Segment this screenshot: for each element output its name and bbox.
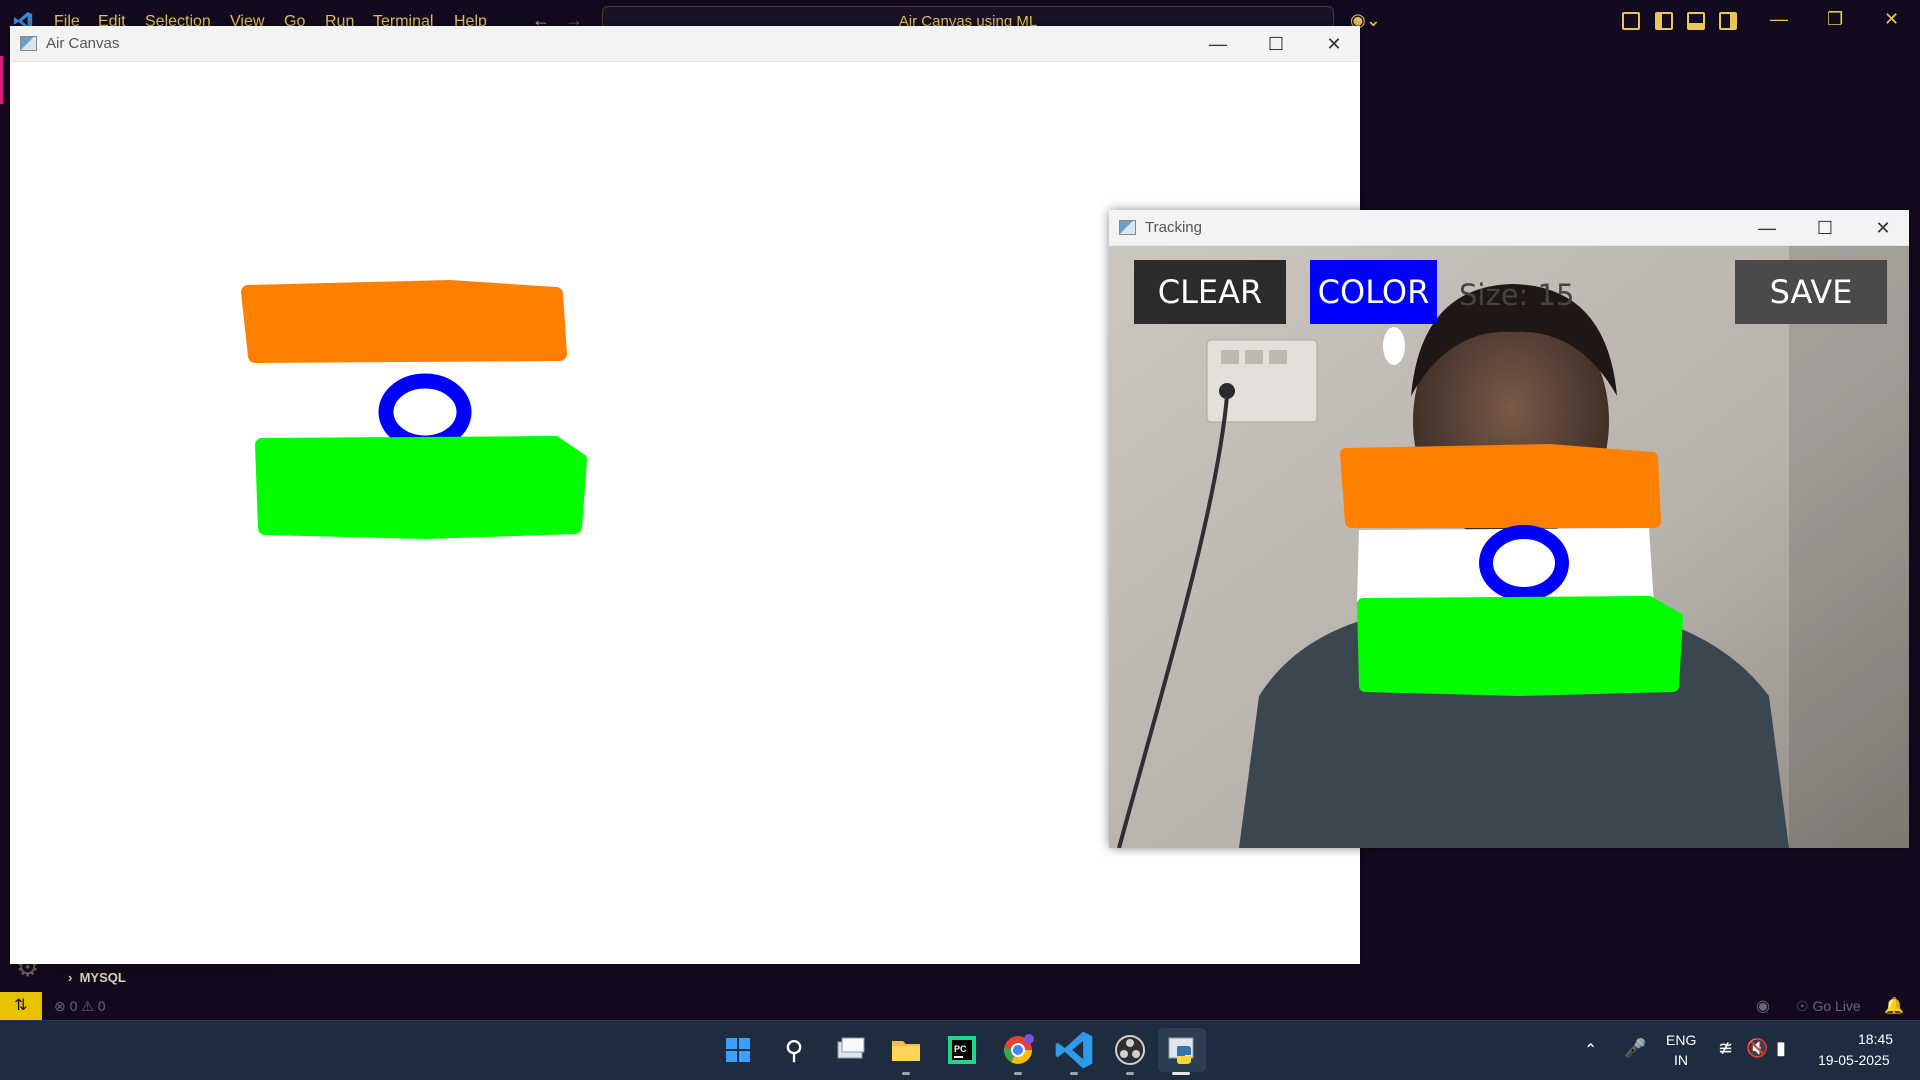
active-indicator bbox=[1172, 1072, 1190, 1075]
running-indicator bbox=[902, 1072, 910, 1075]
remote-indicator-icon[interactable]: ⇅ bbox=[0, 992, 42, 1020]
windows-logo-icon bbox=[726, 1038, 750, 1062]
chrome-icon[interactable] bbox=[996, 1028, 1040, 1072]
maximize-button[interactable]: ☐ bbox=[1256, 31, 1296, 57]
shadow-right bbox=[1789, 246, 1909, 848]
vscode-glyph-icon bbox=[1055, 1031, 1093, 1069]
task-view-icon[interactable] bbox=[828, 1028, 872, 1072]
close-button[interactable]: ✕ bbox=[1314, 31, 1354, 57]
language-bottom[interactable]: IN bbox=[1674, 1052, 1688, 1068]
pycharm-glyph-icon: PC bbox=[948, 1036, 976, 1064]
copilot-status-icon[interactable]: ◉ bbox=[1756, 996, 1770, 1016]
fingertip-marker bbox=[1383, 327, 1405, 365]
webcam-feed bbox=[1109, 246, 1909, 848]
layout-customize-icon[interactable] bbox=[1622, 12, 1640, 30]
chakra-stroke bbox=[378, 373, 472, 451]
tracking-title: Tracking bbox=[1145, 219, 1202, 236]
save-button[interactable]: SAVE bbox=[1735, 260, 1887, 324]
clear-button[interactable]: CLEAR bbox=[1134, 260, 1286, 324]
task-view-glyph-icon bbox=[837, 1037, 865, 1059]
toggle-panel-icon[interactable] bbox=[1687, 12, 1705, 30]
green-stroke bbox=[255, 436, 587, 539]
clock-time[interactable]: 18:45 bbox=[1858, 1031, 1893, 1047]
language-top[interactable]: ENG bbox=[1666, 1032, 1696, 1048]
notifications-bell-icon[interactable]: 🔔 bbox=[1884, 996, 1904, 1016]
close-button[interactable]: ✕ bbox=[1863, 215, 1903, 241]
toggle-secondary-sidebar-icon[interactable] bbox=[1719, 12, 1737, 30]
tracking-titlebar: Tracking — ☐ ✕ bbox=[1109, 210, 1909, 246]
app-window-icon bbox=[20, 36, 37, 51]
tracking-window: Tracking — ☐ ✕ CLEAR COLOR Size: 15 SAVE bbox=[1109, 210, 1909, 848]
webcam-frame: CLEAR COLOR Size: 15 SAVE bbox=[1109, 246, 1909, 848]
obs-glyph-icon bbox=[1115, 1035, 1145, 1065]
vscode-minimize-icon[interactable]: — bbox=[1770, 9, 1788, 30]
chrome-glyph-icon bbox=[1004, 1034, 1034, 1064]
wifi-icon[interactable]: ≇ bbox=[1718, 1038, 1733, 1059]
air-canvas-title: Air Canvas bbox=[46, 35, 120, 52]
app-window-icon bbox=[1119, 220, 1136, 235]
color-button[interactable]: COLOR bbox=[1310, 260, 1437, 324]
switch bbox=[1245, 350, 1263, 364]
sidebar-item-mysql[interactable]: › MYSQL bbox=[68, 970, 126, 985]
running-indicator bbox=[1070, 1072, 1078, 1075]
problems-count[interactable]: ⊗ 0 ⚠ 0 bbox=[54, 998, 106, 1015]
saffron-stroke bbox=[1340, 444, 1661, 528]
toggle-primary-sidebar-icon[interactable] bbox=[1655, 12, 1673, 30]
green-stroke bbox=[1357, 596, 1683, 696]
battery-icon[interactable]: ▮ bbox=[1776, 1038, 1786, 1059]
air-canvas-titlebar: Air Canvas — ☐ ✕ bbox=[10, 26, 1360, 62]
status-bar bbox=[0, 992, 1920, 1020]
file-explorer-icon[interactable] bbox=[884, 1028, 928, 1072]
obs-icon[interactable] bbox=[1108, 1028, 1152, 1072]
folder-icon bbox=[892, 1041, 920, 1061]
search-icon[interactable]: ⚲ bbox=[772, 1028, 816, 1072]
vscode-taskbar-icon[interactable] bbox=[1052, 1028, 1096, 1072]
svg-text:PC: PC bbox=[954, 1044, 967, 1054]
brush-size-label: Size: 15 bbox=[1459, 278, 1575, 312]
go-live-label: Go Live bbox=[1812, 998, 1861, 1014]
switch bbox=[1269, 350, 1287, 364]
minimize-button[interactable]: — bbox=[1198, 31, 1238, 57]
microphone-icon[interactable]: 🎤 bbox=[1624, 1038, 1646, 1059]
running-indicator bbox=[1014, 1072, 1022, 1075]
switch bbox=[1221, 350, 1239, 364]
sidebar-item-label: MYSQL bbox=[79, 970, 126, 985]
python-glyph-icon bbox=[1168, 1037, 1194, 1064]
running-indicator bbox=[1126, 1072, 1134, 1075]
volume-muted-icon[interactable]: 🔇 bbox=[1746, 1038, 1768, 1059]
windows-start-icon[interactable] bbox=[716, 1028, 760, 1072]
python-icon[interactable] bbox=[1158, 1028, 1206, 1072]
show-hidden-icons-icon[interactable]: ⌃ bbox=[1584, 1040, 1597, 1060]
activity-accent bbox=[0, 56, 3, 104]
go-live-button[interactable]: ☉ Go Live bbox=[1796, 998, 1861, 1015]
saffron-stroke bbox=[241, 280, 567, 363]
minimize-button[interactable]: — bbox=[1747, 215, 1787, 241]
vscode-close-icon[interactable]: ✕ bbox=[1884, 9, 1899, 30]
clock-date[interactable]: 19-05-2025 bbox=[1818, 1052, 1890, 1068]
pycharm-icon[interactable]: PC bbox=[940, 1028, 984, 1072]
vscode-restore-icon[interactable]: ❐ bbox=[1827, 9, 1843, 30]
maximize-button[interactable]: ☐ bbox=[1805, 215, 1845, 241]
